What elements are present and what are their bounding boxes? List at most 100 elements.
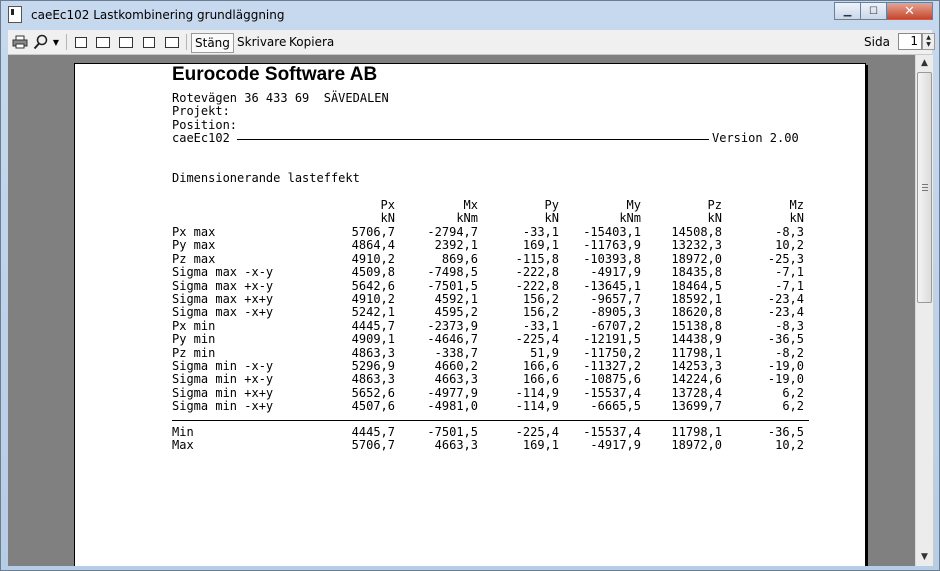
print-icon-button[interactable] (11, 33, 29, 51)
toolbar-separator (66, 34, 67, 50)
table-cell: 18464,5 (671, 278, 722, 293)
row-label: Py max (172, 238, 216, 253)
table-cell: 5642,6 (351, 278, 395, 293)
table-row: Sigma max +x-y 5642,6 -7501,5 -222,8 -13645,… (172, 278, 812, 293)
report-page: Eurocode Software AB Rotevägen 36 433 69… (74, 63, 866, 566)
chevron-down-icon: ▼ (921, 552, 928, 562)
column-unit: kNm (619, 211, 641, 225)
table-cell: 14253,3 (671, 359, 722, 373)
chevron-up-icon: ▲ (926, 34, 931, 41)
toolbar-separator (186, 34, 187, 50)
table-cell: -11327,2 (583, 359, 641, 373)
table-row: Px min 4445,7 -2373,9 -33,1 -6707,2 15138,8 -8… (172, 319, 812, 333)
table-cell: -7,1 (775, 265, 804, 280)
column-units-row: kN kNm kN kNm kN kN (172, 211, 812, 225)
window-controls: ▁ ☐ ✕ (834, 2, 933, 20)
scroll-down-button[interactable]: ▼ (916, 549, 933, 566)
table-cell: -6665,5 (590, 399, 641, 414)
table-row: Sigma max -x-y 4509,8 -7498,5 -222,8 -4917,9… (172, 265, 812, 280)
row-label: Pz min (172, 345, 216, 360)
app-icon (8, 6, 22, 23)
section-title: Dimensionerande lasteffekt (172, 171, 360, 185)
table-cell: -338,7 (434, 345, 478, 360)
table-cell: -9657,7 (590, 292, 641, 306)
table-cell: -2794,7 (427, 225, 478, 239)
page-spinner[interactable]: ▲ ▼ (922, 33, 935, 50)
table-cell: 4595,2 (434, 305, 478, 320)
row-label: Sigma max -x+y (172, 305, 274, 320)
summary-rule (172, 420, 809, 421)
zoom-dropdown-button[interactable]: ▼ (52, 33, 60, 51)
minimize-button[interactable]: ▁ (834, 2, 861, 20)
table-cell: 10,2 (775, 238, 804, 253)
scroll-thumb[interactable] (917, 72, 932, 303)
table-cell: 4663,3 (434, 438, 478, 453)
three-pages-button[interactable] (117, 33, 135, 51)
table-cell: 18972,0 (671, 251, 722, 266)
table-row: Sigma min +x-y 4863,3 4663,3 166,6 -10875,6 1… (172, 372, 812, 387)
table-cell: -4977,9 (427, 385, 478, 400)
table-cell: -10875,6 (583, 372, 641, 387)
table-cell: 4910,2 (351, 292, 395, 306)
title-bar: caeEc102 Lastkombinering grundläggning ▁… (1, 1, 939, 29)
close-preview-button[interactable]: Stäng (191, 33, 234, 53)
table-cell: 13699,7 (671, 399, 722, 414)
table-cell: -11763,9 (583, 238, 641, 253)
table-cell: -12191,5 (583, 332, 641, 347)
close-icon: ✕ (904, 3, 915, 19)
one-page-button[interactable] (72, 33, 90, 51)
table-row: Py max 4864,4 2392,1 169,1 -11763,9 13232,3 10… (172, 238, 812, 253)
two-pages-button[interactable] (94, 33, 112, 51)
table-cell: -15537,4 (583, 385, 641, 400)
column-unit: kNm (456, 211, 478, 225)
table-row: Max 5706,7 4663,3 169,1 -4917,9 18972,0 10,2 (172, 438, 812, 453)
chevron-up-icon: ▲ (921, 58, 928, 68)
scroll-up-button[interactable]: ▲ (916, 55, 933, 72)
table-cell: 169,1 (522, 238, 559, 253)
table-cell: 166,6 (522, 359, 559, 373)
table-cell: 156,2 (522, 292, 559, 306)
table-cell: -4917,9 (590, 438, 641, 453)
vertical-scrollbar[interactable]: ▲ ▼ (915, 55, 933, 566)
six-pages-button[interactable] (163, 33, 181, 51)
table-cell: 4909,1 (351, 332, 395, 347)
table-cell: -7501,5 (427, 278, 478, 293)
table-cell: -15537,4 (583, 425, 641, 439)
four-pages-icon (143, 36, 155, 48)
table-cell: -8,3 (775, 225, 804, 239)
row-label: Sigma min +x-y (172, 372, 274, 387)
six-pages-icon (165, 36, 179, 48)
table-cell: 14508,8 (671, 225, 722, 239)
table-cell: 13232,3 (671, 238, 722, 253)
program-name: caeEc102 (172, 131, 230, 145)
table-cell: 5706,7 (351, 438, 395, 453)
print-button[interactable]: Skrivare (234, 33, 289, 51)
maximize-button[interactable]: ☐ (860, 2, 887, 20)
company-name: Eurocode Software AB (172, 64, 378, 85)
row-label: Sigma max -x-y (172, 265, 274, 280)
chevron-down-icon: ▼ (52, 37, 60, 47)
table-cell: -13645,1 (583, 278, 641, 293)
row-label: Min (172, 425, 194, 439)
table-cell: -19,0 (767, 359, 804, 373)
copy-button[interactable]: Kopiera (286, 33, 337, 51)
row-label: Px max (172, 225, 216, 239)
toolbar: ▼ Stäng Skrivare Kopiera Sida 1 ▲ ▼ (8, 30, 935, 55)
zoom-icon-button[interactable] (32, 33, 50, 51)
table-cell: 5652,6 (351, 385, 395, 400)
table-cell: -114,9 (515, 385, 559, 400)
table-row: Pz min 4863,3 -338,7 51,9 -11750,2 11798,1 -8,… (172, 345, 812, 360)
page-number-input[interactable]: 1 (898, 33, 922, 50)
four-pages-button[interactable] (140, 33, 158, 51)
project-label: Projekt: (172, 104, 230, 118)
table-cell: -7,1 (775, 278, 804, 293)
row-label: Pz max (172, 251, 216, 266)
close-window-button[interactable]: ✕ (886, 2, 933, 20)
printer-icon (12, 35, 28, 49)
table-cell: 18592,1 (671, 292, 722, 306)
table-cell: -222,8 (515, 278, 559, 293)
table-cell: 10,2 (775, 438, 804, 453)
table-cell: 14224,6 (671, 372, 722, 387)
row-label: Sigma max +x+y (172, 292, 274, 306)
table-cell: 5296,9 (351, 359, 395, 373)
